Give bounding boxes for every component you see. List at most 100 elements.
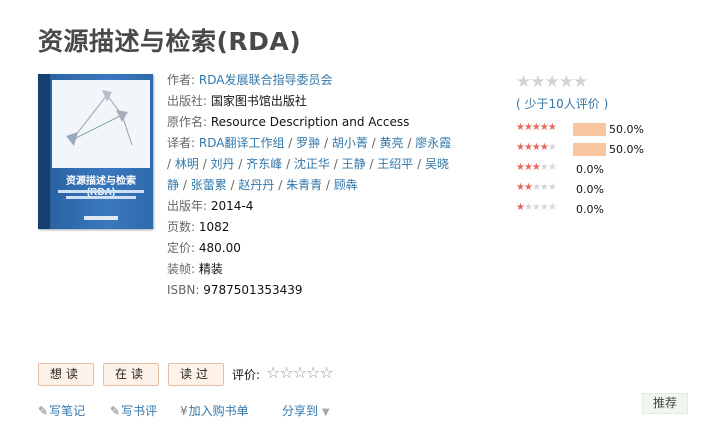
pubdate-value: 2014-4 (210, 199, 254, 213)
reading-button[interactable]: 在读 (103, 363, 159, 386)
cover-title-text: 资源描述与检索(RDA) (66, 176, 136, 198)
star-rating-icon: ★★★★★ (516, 162, 557, 173)
translator-label: 译者: (167, 136, 196, 150)
translator-link[interactable]: 王绍平 (377, 157, 413, 171)
binding-row: 装帧: 精装 (167, 259, 457, 280)
share-dropdown[interactable]: 分享到 ▼ (282, 402, 330, 419)
translator-list: RDA翻译工作组 / 罗翀 / 胡小菁 / 黄亮 / 廖永霞 / 林明 / 刘丹… (167, 136, 451, 192)
isbn-value: 9787501353439 (203, 283, 303, 297)
separator: / (282, 157, 294, 171)
author-row: 作者: RDA发展联合指导委员会 (167, 70, 457, 91)
few-ratings-link[interactable]: ( 少于10人评价 ) (516, 95, 608, 112)
rating-percent: 50.0% (609, 143, 644, 156)
pages-row: 页数: 1082 (167, 217, 457, 238)
price-label: 定价: (167, 241, 196, 255)
pages-label: 页数: (167, 220, 196, 234)
want-to-read-label: 想读 (49, 367, 82, 381)
separator: / (367, 136, 380, 150)
translator-link[interactable]: 张蕾累 (191, 178, 227, 192)
cover-subtitle-line (66, 196, 136, 199)
chevron-down-icon: ▼ (321, 407, 330, 418)
translator-link[interactable]: 林明 (175, 157, 199, 171)
translator-link[interactable]: 胡小菁 (332, 136, 368, 150)
pubdate-label: 出版年: (167, 199, 208, 213)
write-note-link[interactable]: ✎写笔记 (38, 402, 85, 419)
share-label: 分享到 (282, 404, 319, 418)
translator-link[interactable]: 王静 (342, 157, 366, 171)
isbn-row: ISBN: 9787501353439 (167, 280, 457, 301)
separator: / (198, 157, 211, 171)
publisher-row: 出版社: 国家图书馆出版社 (167, 91, 457, 112)
overall-rating-stars: ★★★★★ (516, 72, 588, 92)
book-title: 资源描述与检索(RDA) (38, 27, 302, 56)
user-rating-stars[interactable]: ☆☆☆☆☆ (266, 363, 334, 382)
separator: / (274, 178, 287, 192)
rating-percent: 0.0% (576, 163, 604, 176)
separator: / (403, 136, 416, 150)
translator-link[interactable]: RDA翻译工作组 (199, 136, 285, 150)
separator: / (322, 178, 334, 192)
star-rating-icon: ★★★★★ (516, 142, 557, 153)
original-title-value: Resource Description and Access (210, 115, 410, 129)
isbn-label: ISBN: (167, 283, 200, 297)
few-ratings-text[interactable]: ( 少于10人评价 ) (516, 97, 608, 111)
add-to-cart-label: 加入购书单 (188, 404, 249, 418)
author-link[interactable]: RDA发展联合指导委员会 (199, 73, 333, 87)
add-to-cart-link[interactable]: ¥加入购书单 (180, 402, 249, 419)
cover-publisher-mark (84, 216, 118, 220)
rating-percent: 0.0% (576, 183, 604, 196)
star-rating-icon: ★★★★★ (516, 202, 557, 213)
separator: / (365, 157, 378, 171)
separator: / (234, 157, 247, 171)
rating-bar (573, 143, 606, 156)
separator: / (167, 157, 175, 171)
publisher-label: 出版社: (167, 94, 208, 108)
pencil-icon: ✎ (110, 404, 121, 418)
recommend-button[interactable]: 推荐 (642, 393, 688, 414)
translator-link[interactable]: 黄亮 (380, 136, 404, 150)
separator: / (226, 178, 239, 192)
cover-subtitle-line (58, 190, 144, 193)
write-review-link[interactable]: ✎写书评 (110, 402, 157, 419)
rating-percent: 50.0% (609, 123, 644, 136)
rating-bar (573, 123, 606, 136)
translator-link[interactable]: 赵丹丹 (238, 178, 274, 192)
pencil-icon: ✎ (38, 404, 49, 418)
separator: / (284, 136, 297, 150)
translator-link[interactable]: 沈正华 (294, 157, 330, 171)
book-info-panel: 作者: RDA发展联合指导委员会 出版社: 国家图书馆出版社 原作名: Reso… (167, 70, 457, 301)
translator-link[interactable]: 朱青青 (286, 178, 322, 192)
pubdate-row: 出版年: 2014-4 (167, 196, 457, 217)
rating-percent: 0.0% (576, 203, 604, 216)
have-read-button[interactable]: 读过 (168, 363, 224, 386)
pages-value: 1082 (198, 220, 230, 234)
publisher-value: 国家图书馆出版社 (210, 94, 307, 108)
write-note-label: 写笔记 (49, 404, 86, 418)
star-rating-icon: ★★★★★ (516, 182, 557, 193)
rate-label: 评价: (232, 368, 261, 382)
price-row: 定价: 480.00 (167, 238, 457, 259)
write-review-label: 写书评 (121, 404, 158, 418)
want-to-read-button[interactable]: 想读 (38, 363, 94, 386)
reading-label: 在读 (114, 367, 147, 381)
translator-link[interactable]: 齐东峰 (246, 157, 282, 171)
binding-label: 装帧: (167, 262, 196, 276)
book-cover-image[interactable]: 资源描述与检索(RDA) (38, 74, 153, 229)
separator: / (413, 157, 425, 171)
original-title-row: 原作名: Resource Description and Access (167, 112, 457, 133)
cover-spine (38, 74, 50, 229)
yen-icon: ¥ (180, 404, 188, 418)
translator-row: 译者: RDA翻译工作组 / 罗翀 / 胡小菁 / 黄亮 / 廖永霞 / 林明 … (167, 133, 457, 196)
translator-link[interactable]: 廖永霞 (415, 136, 451, 150)
translator-link[interactable]: 刘丹 (211, 157, 235, 171)
translator-link[interactable]: 罗翀 (296, 136, 320, 150)
separator: / (320, 136, 332, 150)
separator: / (329, 157, 342, 171)
author-label: 作者: (167, 73, 196, 87)
star-rating-icon: ★★★★★ (516, 122, 557, 133)
binding-value: 精装 (198, 262, 223, 276)
translator-link[interactable]: 顾犇 (334, 178, 358, 192)
have-read-label: 读过 (179, 367, 212, 381)
original-title-label: 原作名: (167, 115, 208, 129)
price-value: 480.00 (198, 241, 241, 255)
